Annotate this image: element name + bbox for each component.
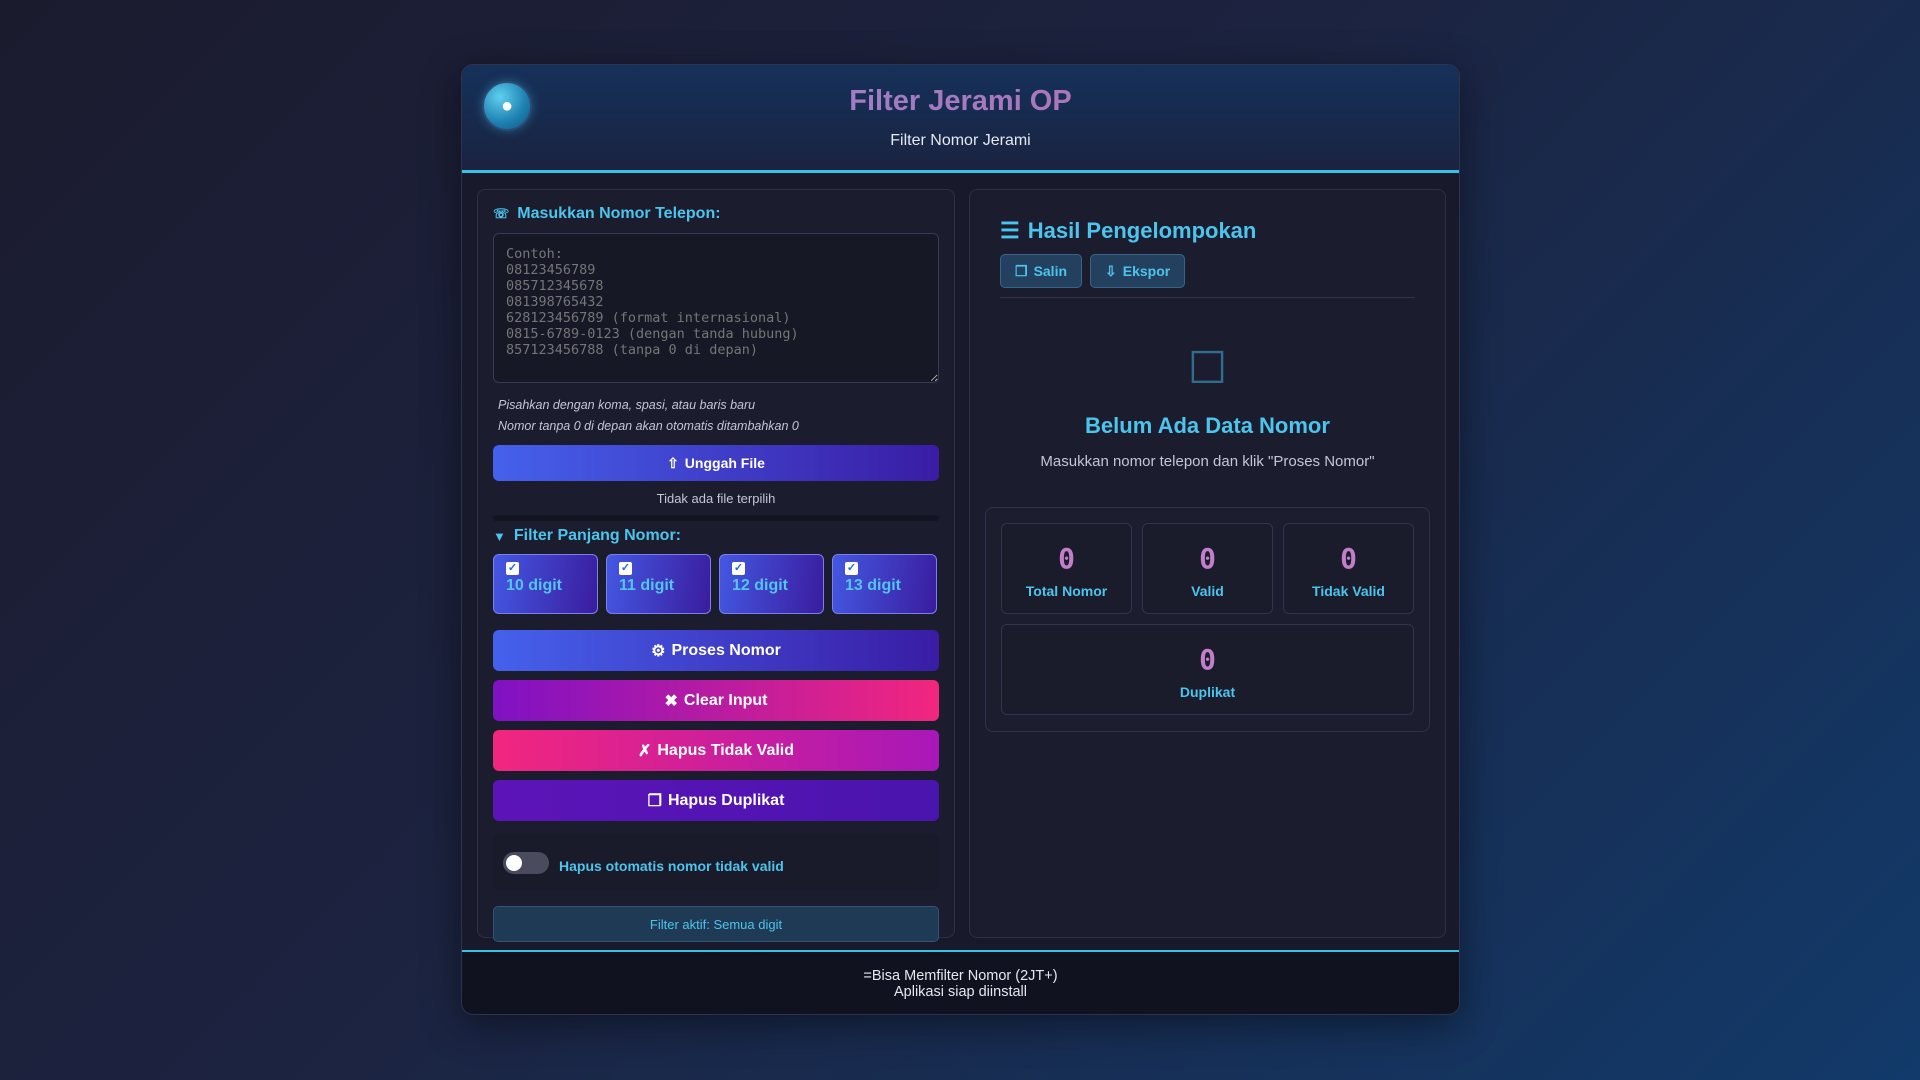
auto-remove-toggle[interactable] [503, 851, 549, 874]
results-panel: ☰ Hasil Pengelompokan ❐ Salin ⇩ Ekspor ☐… [969, 189, 1446, 938]
copy-button[interactable]: ❐ Salin [1000, 254, 1083, 288]
stat-total: 0 Total Nomor [1001, 523, 1132, 614]
copy-icon: ❐ [1015, 262, 1028, 279]
footer-line-2: Aplikasi siap diinstall [894, 984, 1027, 1000]
stats-row: 0 Total Nomor 0 Valid 0 Tidak Valid [1001, 523, 1414, 614]
remove-invalid-label: Hapus Tidak Valid [657, 741, 795, 759]
remove-duplicates-label: Hapus Duplikat [667, 791, 785, 809]
stat-valid-value: 0 [1199, 542, 1216, 575]
digit-option-13[interactable]: ✓ 13 digit [832, 554, 937, 614]
gear-icon: ⚙ [651, 642, 666, 660]
export-icon: ⇩ [1105, 262, 1117, 279]
stat-invalid: 0 Tidak Valid [1283, 523, 1414, 614]
stat-total-value: 0 [1058, 542, 1075, 575]
stat-invalid-value: 0 [1340, 542, 1357, 575]
empty-inbox-icon: ☐ [1187, 344, 1228, 393]
phone-input-label: ☏ Masukkan Nomor Telepon: [493, 205, 939, 223]
upload-file-label: Unggah File [684, 455, 765, 471]
active-filter-status: Filter aktif: Semua digit [493, 906, 939, 942]
checkbox-12-digit[interactable]: ✓ [732, 562, 745, 575]
input-panel: ☏ Masukkan Nomor Telepon: Pisahkan denga… [477, 189, 955, 942]
digit-option-label: 11 digit [619, 577, 675, 594]
auto-remove-toggle-row: Hapus otomatis nomor tidak valid [493, 835, 939, 890]
separator-hint: Pisahkan dengan koma, spasi, atau baris … [498, 398, 756, 412]
upload-file-button[interactable]: ⇧ Unggah File [493, 445, 939, 481]
leading-zero-hint: Nomor tanpa 0 di depan akan otomatis dit… [498, 419, 799, 433]
phone-numbers-textarea[interactable] [493, 233, 939, 383]
results-header: ☰ Hasil Pengelompokan ❐ Salin ⇩ Ekspor [970, 190, 1445, 298]
results-title: ☰ Hasil Pengelompokan [1000, 218, 1415, 244]
copy-label: Salin [1033, 263, 1068, 279]
trash-icon: ✗ [637, 742, 652, 760]
length-filter-label: ▼ Filter Panjang Nomor: [493, 527, 939, 545]
clear-input-button[interactable]: ✖ Clear Input [493, 680, 939, 721]
export-button[interactable]: ⇩ Ekspor [1090, 254, 1186, 288]
remove-invalid-button[interactable]: ✗ Hapus Tidak Valid [493, 730, 939, 771]
results-title-text: Hasil Pengelompokan [1027, 218, 1257, 243]
stat-total-label: Total Nomor [1025, 583, 1108, 599]
filter-icon: ▼ [493, 528, 506, 544]
section-divider [493, 515, 939, 521]
stats-panel: 0 Total Nomor 0 Valid 0 Tidak Valid 0 Du… [985, 507, 1430, 732]
process-numbers-button[interactable]: ⚙ Proses Nomor [493, 630, 939, 671]
export-label: Ekspor [1122, 263, 1171, 279]
results-actions: ❐ Salin ⇩ Ekspor [1000, 254, 1415, 298]
copy-icon: ❐ [647, 792, 662, 810]
digit-option-11[interactable]: ✓ 11 digit [606, 554, 711, 614]
stat-valid: 0 Valid [1142, 523, 1273, 614]
digit-option-10[interactable]: ✓ 10 digit [493, 554, 598, 614]
upload-icon: ⇧ [667, 454, 679, 471]
digit-option-label: 10 digit [506, 577, 563, 594]
layers-icon: ☰ [1000, 218, 1020, 243]
auto-remove-toggle-label: Hapus otomatis nomor tidak valid [559, 857, 784, 874]
stat-duplicate: 0 Duplikat [1001, 624, 1414, 715]
app-header: ● Filter Jerami OP Filter Nomor Jerami [462, 65, 1459, 173]
digit-option-label: 13 digit [845, 577, 902, 594]
page-subtitle: Filter Nomor Jerami [890, 132, 1031, 149]
footer-line-1: =Bisa Memfilter Nomor (2JT+) [863, 968, 1058, 984]
eraser-icon: ✖ [664, 692, 678, 710]
checkbox-13-digit[interactable]: ✓ [845, 562, 858, 575]
app-footer: =Bisa Memfilter Nomor (2JT+) Aplikasi si… [462, 950, 1459, 1014]
phone-input-label-text: Masukkan Nomor Telepon: [517, 205, 721, 222]
digit-filter-options: ✓ 10 digit ✓ 11 digit ✓ 12 digit ✓ 13 di… [493, 554, 939, 614]
stat-valid-label: Valid [1191, 583, 1224, 599]
page-title: Filter Jerami OP [462, 65, 1459, 118]
file-status-text: Tidak ada file terpilih [656, 491, 776, 506]
digit-option-label: 12 digit [732, 577, 789, 594]
length-filter-label-text: Filter Panjang Nomor: [513, 527, 681, 544]
stat-duplicate-label: Duplikat [1179, 684, 1236, 700]
app-logo-icon[interactable]: ● [482, 81, 532, 131]
empty-state-title: Belum Ada Data Nomor [1085, 413, 1330, 438]
process-numbers-label: Proses Nomor [671, 641, 781, 659]
app-window: ● Filter Jerami OP Filter Nomor Jerami ☏… [461, 64, 1460, 1015]
phone-icon: ☏ [493, 206, 510, 221]
stat-invalid-label: Tidak Valid [1312, 583, 1385, 599]
checkbox-11-digit[interactable]: ✓ [619, 562, 632, 575]
stat-duplicate-value: 0 [1199, 643, 1216, 676]
checkbox-10-digit[interactable]: ✓ [506, 562, 519, 575]
empty-state-subtitle: Masukkan nomor telepon dan klik "Proses … [1040, 453, 1375, 470]
digit-option-12[interactable]: ✓ 12 digit [719, 554, 824, 614]
clear-input-label: Clear Input [683, 691, 768, 709]
remove-duplicates-button[interactable]: ❐ Hapus Duplikat [493, 780, 939, 821]
empty-state: ☐ Belum Ada Data Nomor Masukkan nomor te… [970, 343, 1445, 470]
